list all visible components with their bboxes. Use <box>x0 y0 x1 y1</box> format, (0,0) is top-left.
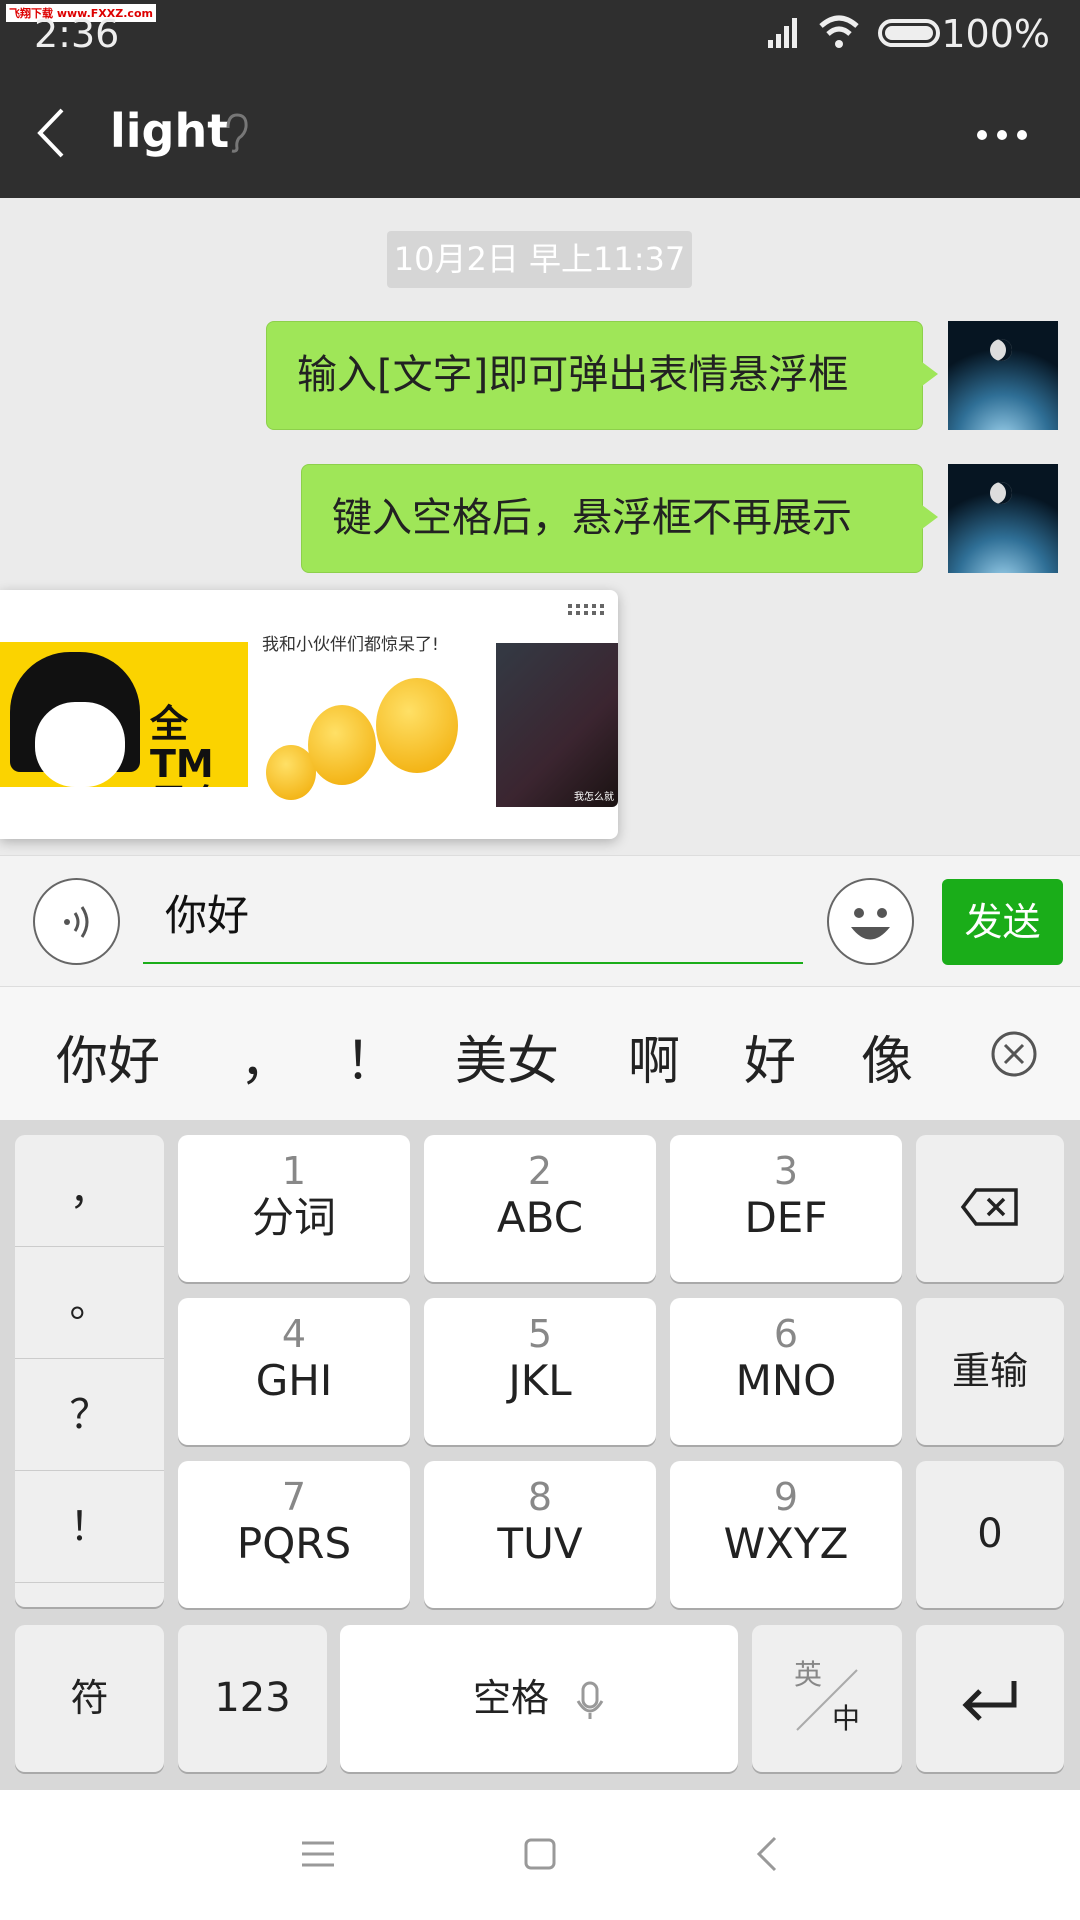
punct-key[interactable]: ！ <box>15 1471 164 1583</box>
timestamp: 10月2日 早上11:37 <box>387 231 692 288</box>
voice-button[interactable] <box>33 878 120 965</box>
key-7[interactable]: 7 PQRS <box>178 1461 410 1608</box>
key-0[interactable]: 0 <box>916 1461 1064 1608</box>
message-input[interactable]: 你好 <box>143 876 803 964</box>
enter-icon <box>962 1681 1017 1721</box>
chat-title: light <box>110 104 230 158</box>
key-4[interactable]: 4 GHI <box>178 1298 410 1445</box>
message-bubble[interactable]: 输入[文字]即可弹出表情悬浮框 <box>266 321 938 430</box>
number-key[interactable]: 123 <box>178 1625 327 1772</box>
battery-icon <box>878 19 940 47</box>
key-3[interactable]: 3 DEF <box>670 1135 902 1282</box>
enter-key[interactable] <box>916 1625 1064 1772</box>
back-icon[interactable] <box>756 1836 778 1872</box>
sticker[interactable]: 全TM是套路！ <box>0 642 248 787</box>
key-8[interactable]: 8 TUV <box>424 1461 656 1608</box>
candidate[interactable]: 美女 <box>455 1019 559 1094</box>
reinput-key[interactable]: 重输 <box>916 1298 1064 1445</box>
backspace-icon <box>960 1188 1018 1226</box>
space-key[interactable]: 空格 <box>340 1625 738 1772</box>
key-9[interactable]: 9 WXYZ <box>670 1461 902 1608</box>
message-bubble[interactable]: 键入空格后，悬浮框不再展示 <box>301 464 938 573</box>
candidate[interactable]: 你好 <box>56 1019 160 1094</box>
sticker[interactable]: 我怎么就 <box>496 643 618 807</box>
input-bar: 你好 发送 <box>0 855 1080 987</box>
more-icon[interactable] <box>976 126 1028 145</box>
wifi-icon <box>819 15 859 48</box>
avatar[interactable] <box>948 464 1058 573</box>
punct-key[interactable]: ， <box>15 1135 164 1247</box>
candidate[interactable]: 好 <box>744 1019 796 1094</box>
candidate[interactable]: 啊 <box>628 1019 680 1094</box>
home-icon[interactable] <box>524 1838 556 1870</box>
key-6[interactable]: 6 MNO <box>670 1298 902 1445</box>
battery-percent: 100% <box>941 12 1050 56</box>
sticker-popup: 全TM是套路！ 我和小伙伴们都惊呆了! 我怎么就 <box>0 590 618 839</box>
punctuation-list[interactable]: ， 。 ？ ！ <box>15 1135 164 1607</box>
symbol-key[interactable]: 符 <box>15 1625 164 1772</box>
menu-icon[interactable] <box>302 1840 334 1868</box>
candidate[interactable]: ， <box>240 1019 292 1094</box>
ear-icon <box>226 113 248 153</box>
emoji-icon <box>851 908 890 940</box>
key-5[interactable]: 5 JKL <box>424 1298 656 1445</box>
backspace-key[interactable] <box>916 1135 1064 1282</box>
status-time: 2:36 <box>34 12 120 56</box>
key-2[interactable]: 2 ABC <box>424 1135 656 1282</box>
mic-icon <box>576 1681 604 1719</box>
candidate-bar: 你好 ， ！ 美女 啊 好 像 <box>0 987 1080 1120</box>
close-candidates-icon[interactable] <box>990 1030 1038 1078</box>
top-bar: 飞翔下载 www.FXXZ.com 2:36 100% light <box>0 0 1080 198</box>
candidate[interactable]: ！ <box>345 1019 397 1094</box>
key-1[interactable]: 1 分词 <box>178 1135 410 1282</box>
avatar[interactable] <box>948 321 1058 430</box>
voice-icon <box>64 906 89 938</box>
signal-icon <box>768 18 797 48</box>
punct-key[interactable]: ？ <box>15 1359 164 1471</box>
sticker[interactable]: 我和小伙伴们都惊呆了! <box>262 630 492 830</box>
navigation-bar <box>0 1790 1080 1920</box>
candidate[interactable]: 像 <box>861 1019 913 1094</box>
language-toggle-key[interactable]: 英 中 <box>752 1625 902 1772</box>
punct-key[interactable]: 。 <box>15 1247 164 1359</box>
send-button[interactable]: 发送 <box>942 879 1063 965</box>
chevron-left-icon[interactable] <box>36 108 66 158</box>
grid-icon[interactable] <box>568 604 608 616</box>
emoji-button[interactable] <box>827 878 914 965</box>
keyboard: ， 。 ？ ！ 1 分词 2 ABC 3 DEF 4 GHI 5 JKL 6 MNO 重输 … <box>0 1120 1080 1790</box>
